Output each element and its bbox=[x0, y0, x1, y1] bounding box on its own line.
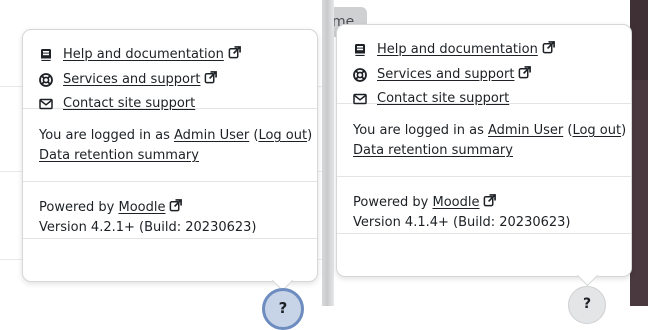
external-link-icon bbox=[519, 66, 532, 79]
version-info: Version 4.2.1+ (Build: 20230623) bbox=[39, 220, 257, 235]
external-link-icon bbox=[205, 71, 218, 84]
lifebuoy-icon bbox=[353, 68, 367, 82]
user-profile-link[interactable]: Admin User bbox=[488, 123, 563, 138]
logout-link[interactable]: Log out bbox=[258, 128, 307, 143]
powered-by: Powered by Moodle bbox=[39, 198, 301, 218]
footer-popover-left: Help and documentation Services and supp… bbox=[22, 29, 318, 292]
external-link-icon bbox=[484, 194, 497, 207]
help-links-section: Help and documentation Services and supp… bbox=[23, 30, 317, 111]
services-support-link[interactable]: Services and support bbox=[39, 70, 301, 90]
data-retention-row: Data retention summary bbox=[39, 146, 301, 166]
powered-by-section: Powered by Moodle Version 4.1.4+ (Build:… bbox=[337, 177, 631, 234]
lifebuoy-icon bbox=[39, 73, 53, 87]
dark-page-region bbox=[630, 0, 648, 306]
help-documentation-link[interactable]: Help and documentation bbox=[353, 40, 615, 60]
help-button[interactable]: ? bbox=[262, 288, 304, 330]
book-icon bbox=[41, 49, 51, 61]
data-retention-row: Data retention summary bbox=[353, 141, 615, 161]
help-documentation-link[interactable]: Help and documentation bbox=[39, 45, 301, 65]
footer-popover-right: Help and documentation Services and supp… bbox=[336, 24, 632, 287]
help-button[interactable]: ? bbox=[568, 286, 606, 324]
moodle-link[interactable]: Moodle bbox=[432, 195, 479, 210]
external-link-icon bbox=[542, 41, 555, 54]
book-icon bbox=[355, 44, 365, 56]
logout-link[interactable]: Log out bbox=[572, 123, 621, 138]
contact-support-link[interactable]: Contact site support bbox=[39, 94, 301, 114]
services-support-link[interactable]: Services and support bbox=[353, 65, 615, 85]
help-links-section: Help and documentation Services and supp… bbox=[337, 25, 631, 106]
screenshot-divider bbox=[322, 0, 334, 306]
login-info: You are logged in as Admin User (Log out… bbox=[353, 123, 627, 138]
user-profile-link[interactable]: Admin User bbox=[174, 128, 249, 143]
envelope-icon bbox=[353, 93, 367, 105]
login-info-section: You are logged in as Admin User (Log out… bbox=[337, 104, 631, 177]
contact-support-link[interactable]: Contact site support bbox=[353, 89, 615, 109]
login-info-section: You are logged in as Admin User (Log out… bbox=[23, 109, 317, 182]
login-info: You are logged in as Admin User (Log out… bbox=[39, 128, 313, 143]
data-retention-link[interactable]: Data retention summary bbox=[353, 143, 513, 158]
powered-by: Powered by Moodle bbox=[353, 193, 615, 213]
data-retention-link[interactable]: Data retention summary bbox=[39, 148, 199, 163]
external-link-icon bbox=[170, 199, 183, 212]
moodle-link[interactable]: Moodle bbox=[118, 200, 165, 215]
powered-by-section: Powered by Moodle Version 4.2.1+ (Build:… bbox=[23, 182, 317, 239]
version-info: Version 4.1.4+ (Build: 20230623) bbox=[353, 215, 571, 230]
envelope-icon bbox=[39, 98, 53, 110]
external-link-icon bbox=[228, 46, 241, 59]
